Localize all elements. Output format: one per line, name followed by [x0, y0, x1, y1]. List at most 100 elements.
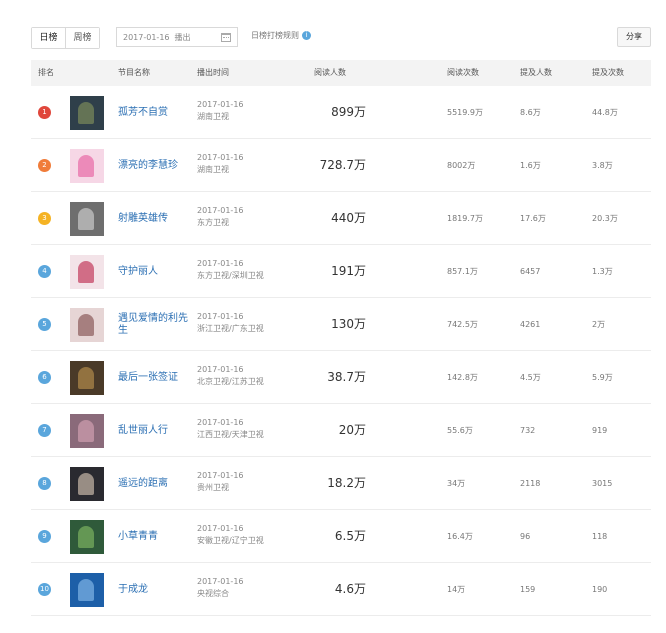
air-info: 2017-01-16 北京卫视/江苏卫视	[197, 365, 264, 386]
date-picker[interactable]: 2017-01-16 播出	[116, 27, 238, 47]
air-info: 2017-01-16 安徽卫视/辽宁卫视	[197, 524, 264, 545]
table-row[interactable]: 1 孤芳不自赏 2017-01-16 湖南卫视 899万 5519.9万 8.6万…	[31, 86, 651, 139]
rank-badge: 8	[38, 477, 51, 490]
readers-count: 191万	[331, 264, 366, 278]
rank-badge: 9	[38, 530, 51, 543]
program-name-link[interactable]: 遇见爱情的利先生	[118, 298, 188, 351]
rank-badge: 2	[38, 159, 51, 172]
air-info: 2017-01-16 湖南卫视	[197, 100, 244, 121]
readers-count: 440万	[331, 211, 366, 225]
calendar-icon[interactable]	[221, 33, 231, 42]
reads-count: 34万	[447, 479, 466, 488]
readers-count: 4.6万	[334, 582, 366, 596]
readers-count: 899万	[331, 105, 366, 119]
table-row[interactable]: 7 乱世丽人行 2017-01-16 江西卫视/天津卫视 20万 55.6万 73…	[31, 404, 651, 457]
program-name-link[interactable]: 遥远的距离	[118, 457, 188, 510]
header-mentions: 提及次数	[592, 68, 624, 77]
table-row[interactable]: 3 射雕英雄传 2017-01-16 东方卫视 440万 1819.7万 17.6…	[31, 192, 651, 245]
mentioners-count: 159	[520, 585, 536, 594]
program-thumbnail[interactable]	[70, 202, 104, 236]
rank-badge: 1	[38, 106, 51, 119]
program-name-link[interactable]: 射雕英雄传	[118, 192, 188, 245]
mentioners-count: 17.6万	[520, 214, 546, 223]
info-icon[interactable]: i	[302, 31, 311, 40]
mentions-count: 118	[592, 532, 608, 541]
program-thumbnail[interactable]	[70, 361, 104, 395]
ranking-rules-link[interactable]: 日榜打榜规则 i	[251, 30, 311, 41]
program-name-link[interactable]: 乱世丽人行	[118, 404, 188, 457]
header-rank: 排名	[38, 68, 54, 77]
program-name-link[interactable]: 最后一张签证	[118, 351, 188, 404]
table-row[interactable]: 6 最后一张签证 2017-01-16 北京卫视/江苏卫视 38.7万 142.8…	[31, 351, 651, 404]
mentions-count: 3015	[592, 479, 613, 488]
program-name-link[interactable]: 孤芳不自赏	[118, 86, 188, 139]
header-readers: 阅读人数	[314, 68, 346, 77]
table-row[interactable]: 9 小草青青 2017-01-16 安徽卫视/辽宁卫视 6.5万 16.4万 96…	[31, 510, 651, 563]
reads-count: 1819.7万	[447, 214, 483, 223]
mentioners-count: 6457	[520, 267, 541, 276]
air-info: 2017-01-16 江西卫视/天津卫视	[197, 418, 264, 439]
program-thumbnail[interactable]	[70, 308, 104, 342]
reads-count: 16.4万	[447, 532, 473, 541]
program-name-link[interactable]: 守护丽人	[118, 245, 188, 298]
table-header: 排名 节目名称 播出时间 阅读人数 阅读次数 提及人数 提及次数	[31, 60, 651, 86]
table-row[interactable]: 8 遥远的距离 2017-01-16 贵州卫视 18.2万 34万 2118 30…	[31, 457, 651, 510]
reads-count: 14万	[447, 585, 466, 594]
table-row[interactable]: 4 守护丽人 2017-01-16 东方卫视/深圳卫视 191万 857.1万 6…	[31, 245, 651, 298]
reads-count: 5519.9万	[447, 108, 483, 117]
mentioners-count: 4.5万	[520, 373, 541, 382]
air-info: 2017-01-16 东方卫视/深圳卫视	[197, 259, 264, 280]
readers-count: 18.2万	[327, 476, 366, 490]
mentioners-count: 4261	[520, 320, 541, 329]
mentions-count: 44.8万	[592, 108, 618, 117]
header-mentioners: 提及人数	[520, 68, 552, 77]
air-info: 2017-01-16 浙江卫视/广东卫视	[197, 312, 264, 333]
readers-count: 728.7万	[319, 158, 366, 172]
program-name-link[interactable]: 于成龙	[118, 563, 188, 616]
air-info: 2017-01-16 央视综合	[197, 577, 244, 598]
table-row[interactable]: 2 漂亮的李慧珍 2017-01-16 湖南卫视 728.7万 8002万 1.6…	[31, 139, 651, 192]
mentions-count: 20.3万	[592, 214, 618, 223]
reads-count: 742.5万	[447, 320, 478, 329]
program-thumbnail[interactable]	[70, 149, 104, 183]
rank-badge: 6	[38, 371, 51, 384]
date-suffix: 播出	[174, 32, 191, 42]
tab-daily[interactable]: 日榜	[32, 28, 65, 48]
reads-count: 857.1万	[447, 267, 478, 276]
air-info: 2017-01-16 湖南卫视	[197, 153, 244, 174]
program-thumbnail[interactable]	[70, 467, 104, 501]
header-program: 节目名称	[118, 68, 150, 77]
program-thumbnail[interactable]	[70, 96, 104, 130]
table-row[interactable]: 5 遇见爱情的利先生 2017-01-16 浙江卫视/广东卫视 130万 742.…	[31, 298, 651, 351]
reads-count: 142.8万	[447, 373, 478, 382]
program-thumbnail[interactable]	[70, 255, 104, 289]
mentions-count: 1.3万	[592, 267, 613, 276]
program-thumbnail[interactable]	[70, 573, 104, 607]
ranking-rules-label: 日榜打榜规则	[251, 31, 299, 40]
program-name-link[interactable]: 小草青青	[118, 510, 188, 563]
air-info: 2017-01-16 贵州卫视	[197, 471, 244, 492]
program-name-link[interactable]: 漂亮的李慧珍	[118, 139, 188, 192]
date-value: 2017-01-16	[123, 32, 170, 42]
share-button[interactable]: 分享	[617, 27, 651, 47]
mentioners-count: 1.6万	[520, 161, 541, 170]
readers-count: 130万	[331, 317, 366, 331]
program-thumbnail[interactable]	[70, 520, 104, 554]
header-reads: 阅读次数	[447, 68, 479, 77]
mentioners-count: 8.6万	[520, 108, 541, 117]
rank-badge: 3	[38, 212, 51, 225]
rank-badge: 5	[38, 318, 51, 331]
readers-count: 38.7万	[327, 370, 366, 384]
ranking-tabs: 日榜 周榜	[31, 27, 100, 49]
table-row[interactable]: 10 于成龙 2017-01-16 央视综合 4.6万 14万 159 190	[31, 563, 651, 616]
mentions-count: 190	[592, 585, 608, 594]
tab-weekly[interactable]: 周榜	[65, 28, 99, 48]
mentions-count: 2万	[592, 320, 606, 329]
reads-count: 55.6万	[447, 426, 473, 435]
program-thumbnail[interactable]	[70, 414, 104, 448]
header-air-time: 播出时间	[197, 68, 229, 77]
reads-count: 8002万	[447, 161, 476, 170]
mentions-count: 5.9万	[592, 373, 613, 382]
air-info: 2017-01-16 东方卫视	[197, 206, 244, 227]
rank-badge: 7	[38, 424, 51, 437]
